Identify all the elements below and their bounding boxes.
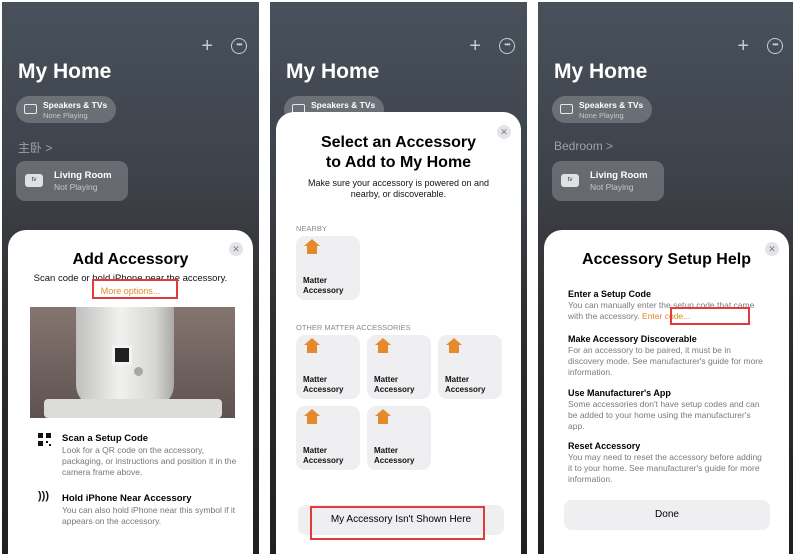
chip-subtitle: None Playing [579,111,624,120]
more-icon[interactable]: ••• [231,38,247,54]
enter-setup-code-title: Enter a Setup Code [568,289,652,299]
house-icon [304,409,320,427]
camera-accessory-button [134,367,143,376]
speaker-tv-icon [24,104,37,114]
camera-viewfinder [30,307,235,418]
house-icon [375,338,391,356]
camera-base-image [44,399,222,418]
screen-select-accessory: + ••• My Home Speakers & TVs None Playin… [270,2,527,554]
highlight-box [310,506,485,540]
chip-subtitle: None Playing [43,111,88,120]
tile-title: Living Room [54,170,112,181]
add-accessory-sheet: ✕ Add Accessory Scan code or hold iPhone… [8,230,253,554]
speaker-tv-icon [560,104,573,114]
room-label[interactable]: Bedroom > [554,139,613,153]
house-icon [446,338,462,356]
matter-accessory-tile[interactable]: Matter Accessory [438,335,502,399]
nfc-icon: ))) [38,490,49,502]
more-icon[interactable]: ••• [499,38,515,54]
accessory-label: Matter Accessory [303,375,344,394]
house-icon [375,409,391,427]
other-matter-section-label: OTHER MATTER ACCESSORIES [296,323,411,332]
reset-accessory-title: Reset Accessory [568,441,641,451]
matter-accessory-tile[interactable]: Matter Accessory [367,335,431,399]
nearby-section-label: NEARBY [296,224,327,233]
house-icon [304,338,320,356]
plus-icon[interactable]: + [201,36,213,56]
hold-iphone-text: You can also hold iPhone near this symbo… [62,505,236,526]
screen-setup-help: + ••• My Home Speakers & TVs None Playin… [538,2,793,554]
manufacturer-app-text: Some accessories don't have setup codes … [568,399,760,431]
tile-subtitle: Not Playing [590,182,634,192]
make-discoverable-text: For an accessory to be paired, it must b… [568,345,763,377]
sheet-subtitle: Make sure your accessory is powered on a… [307,178,490,199]
appletv-icon: tv [25,174,43,187]
accessory-label: Matter Accessory [303,276,344,295]
chip-title: Speakers & TVs [311,100,376,110]
reset-accessory-text: You may need to reset the accessory befo… [568,452,762,484]
sheet-title: Select an Accessory to Add to My Home [276,133,521,173]
chip-title: Speakers & TVs [579,100,644,110]
accessory-label: Matter Accessory [445,375,486,394]
sheet-title-line1: Select an Accessory [320,134,477,151]
home-title: My Home [286,60,380,83]
plus-icon[interactable]: + [469,36,481,56]
make-discoverable-title: Make Accessory Discoverable [568,334,697,344]
highlight-box [92,279,178,299]
highlight-box [670,307,750,325]
accessory-label: Matter Accessory [374,375,415,394]
room-label[interactable]: 主卧 > [18,139,52,156]
matter-accessory-tile[interactable]: Matter Accessory [367,406,431,470]
accessory-label: Matter Accessory [303,446,344,465]
home-title: My Home [554,60,648,83]
qr-code-icon [38,433,51,446]
speakers-tvs-chip[interactable]: Speakers & TVs None Playing [16,96,116,123]
setup-help-sheet: ✕ Accessory Setup Help Enter a Setup Cod… [544,230,789,554]
matter-accessory-tile[interactable]: Matter Accessory [296,335,360,399]
tile-title: Living Room [590,170,648,181]
matter-accessory-tile[interactable]: Matter Accessory [296,406,360,470]
screen-add-accessory: + ••• My Home Speakers & TVs None Playin… [2,2,259,554]
select-accessory-sheet: ✕ Select an Accessory to Add to My Home … [276,112,521,554]
living-room-tile[interactable]: tv Living Room Not Playing [552,161,664,201]
appletv-icon: tv [561,174,579,187]
tile-subtitle: Not Playing [54,182,98,192]
chip-title: Speakers & TVs [43,100,108,110]
nearby-matter-accessory-tile[interactable]: Matter Accessory [296,236,360,300]
speakers-tvs-chip[interactable]: Speakers & TVs None Playing [552,96,652,123]
sheet-title: Add Accessory [72,251,189,268]
house-icon [304,239,320,257]
plus-icon[interactable]: + [737,36,749,56]
home-title: My Home [18,60,112,83]
manufacturer-app-title: Use Manufacturer's App [568,388,671,398]
more-icon[interactable]: ••• [767,38,783,54]
scan-code-text: Look for a QR code on the accessory, pac… [62,445,237,477]
scan-code-title: Scan a Setup Code [62,433,149,444]
accessory-label: Matter Accessory [374,446,415,465]
qr-code-image [112,345,132,365]
hold-iphone-title: Hold iPhone Near Accessory [62,493,192,504]
sheet-title: Accessory Setup Help [582,251,751,268]
done-button[interactable]: Done [564,500,770,530]
living-room-tile[interactable]: tv Living Room Not Playing [16,161,128,201]
sheet-title-line2: to Add to My Home [325,154,472,171]
